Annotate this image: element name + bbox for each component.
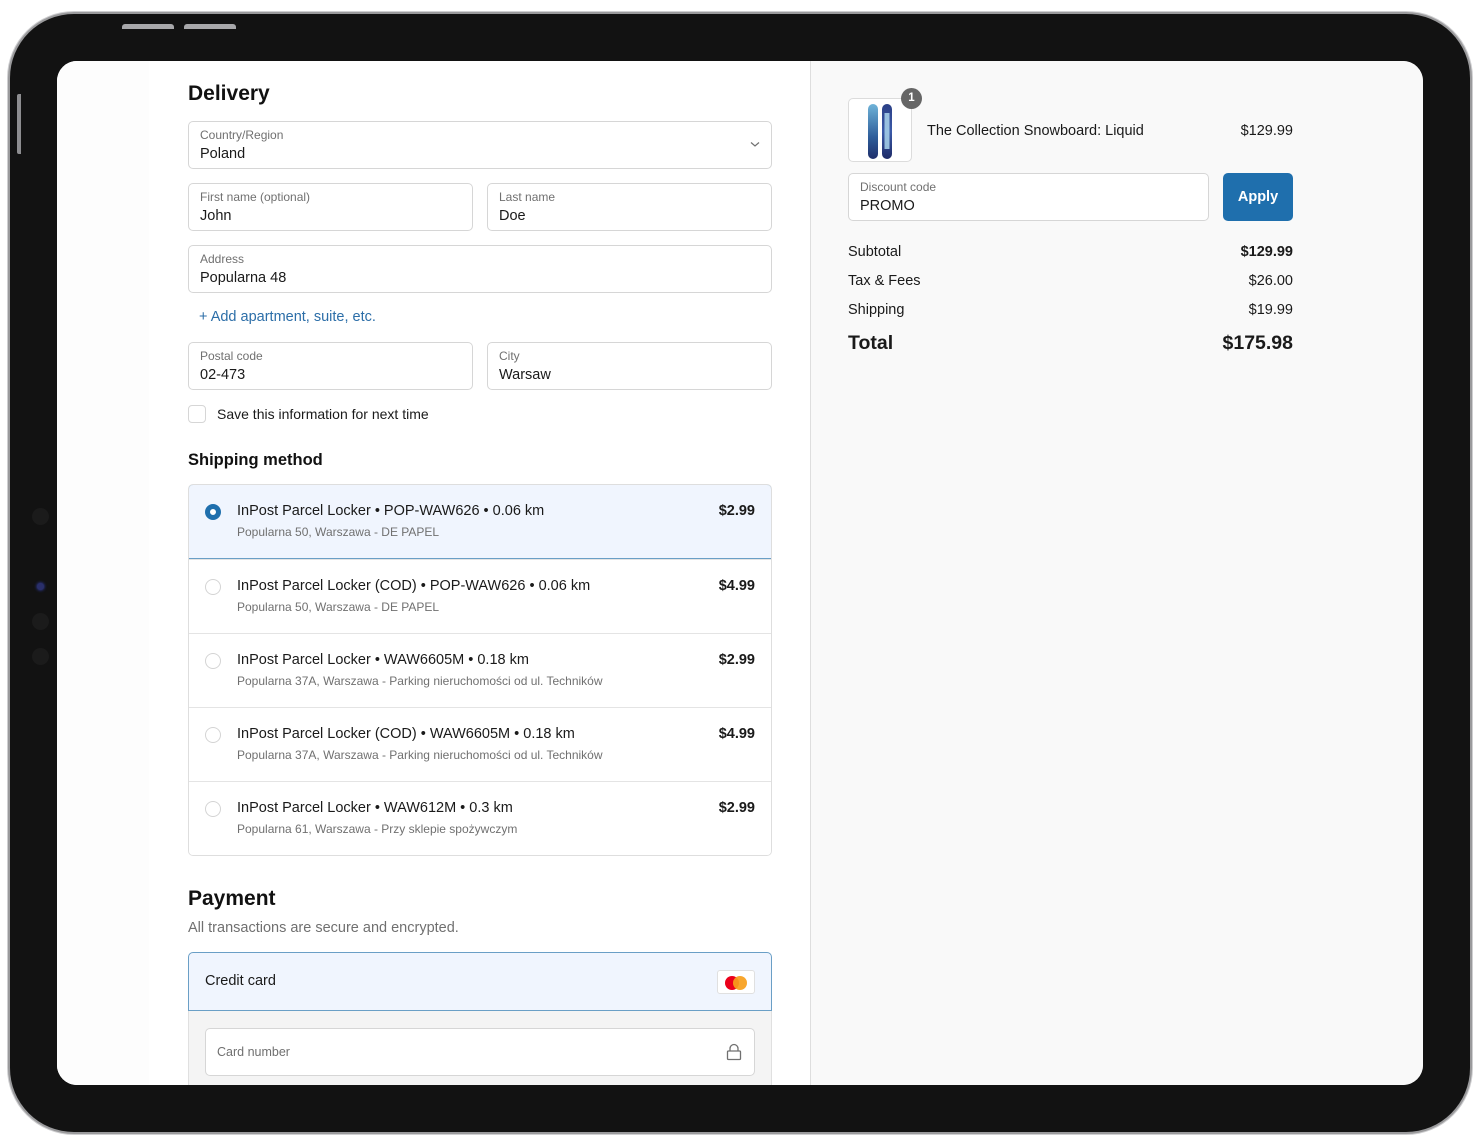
shipping-option-price: $2.99 xyxy=(718,652,755,668)
save-info-checkbox[interactable] xyxy=(188,405,206,423)
camera-icon xyxy=(37,583,44,590)
volume-button xyxy=(184,24,236,29)
subtotal-row: Subtotal $129.99 xyxy=(848,244,1293,260)
total-value: $175.98 xyxy=(1222,332,1294,354)
shipping-options-list: InPost Parcel Locker • POP-WAW626 • 0.06… xyxy=(188,484,772,856)
postal-code-value: 02-473 xyxy=(200,367,246,383)
subtotal-value: $129.99 xyxy=(1240,244,1293,260)
shipping-option-address: Popularna 37A, Warszawa - Parking nieruc… xyxy=(237,674,603,688)
shipping-method-heading: Shipping method xyxy=(188,451,323,469)
radio-unselected[interactable] xyxy=(205,727,221,743)
apply-discount-button[interactable]: Apply xyxy=(1223,173,1293,221)
shipping-option-name: InPost Parcel Locker • WAW612M • 0.3 km xyxy=(237,800,513,816)
volume-button xyxy=(122,24,174,29)
shipping-option-price: $2.99 xyxy=(718,503,755,519)
quantity-badge: 1 xyxy=(901,88,922,109)
shipping-option[interactable]: InPost Parcel Locker • WAW612M • 0.3 km … xyxy=(189,781,771,855)
first-name-label: First name (optional) xyxy=(200,190,311,204)
checkout-screen: Delivery Country/Region Poland First nam… xyxy=(57,61,1423,1085)
save-info-row[interactable]: Save this information for next time xyxy=(188,405,429,423)
credit-card-label: Credit card xyxy=(205,973,276,989)
shipping-option-price: $4.99 xyxy=(718,578,755,594)
radio-unselected[interactable] xyxy=(205,653,221,669)
sensor xyxy=(32,508,49,525)
last-name-label: Last name xyxy=(499,190,556,204)
shipping-option[interactable]: InPost Parcel Locker (COD) • POP-WAW626 … xyxy=(189,559,771,633)
address-label: Address xyxy=(200,252,245,266)
product-price: $129.99 xyxy=(1240,123,1293,139)
shipping-option-address: Popularna 61, Warszawa - Przy sklepie sp… xyxy=(237,822,518,836)
shipping-option-price: $4.99 xyxy=(718,726,755,742)
city-field[interactable]: City Warsaw xyxy=(487,342,772,390)
address-value: Popularna 48 xyxy=(200,270,287,286)
checkout-form-column: Delivery Country/Region Poland First nam… xyxy=(57,61,810,1085)
shipping-option[interactable]: InPost Parcel Locker • POP-WAW626 • 0.06… xyxy=(189,485,771,559)
last-name-field[interactable]: Last name Doe xyxy=(487,183,772,231)
city-label: City xyxy=(499,349,520,363)
mastercard-icon xyxy=(717,970,755,994)
shipping-option-name: InPost Parcel Locker (COD) • WAW6605M • … xyxy=(237,726,575,742)
total-label: Total xyxy=(848,332,894,354)
last-name-value: Doe xyxy=(499,208,526,224)
tax-row: Tax & Fees $26.00 xyxy=(848,273,1293,289)
tax-value: $26.00 xyxy=(1248,273,1293,289)
add-apartment-link[interactable]: + Add apartment, suite, etc. xyxy=(199,309,376,325)
discount-code-value: PROMO xyxy=(860,198,915,214)
country-select[interactable]: Country/Region Poland xyxy=(188,121,772,169)
credit-card-option[interactable]: Credit card xyxy=(188,952,772,1011)
city-value: Warsaw xyxy=(499,367,551,383)
shipping-option-name: InPost Parcel Locker • POP-WAW626 • 0.06… xyxy=(237,503,545,519)
tax-label: Tax & Fees xyxy=(848,273,921,289)
shipping-option-address: Popularna 50, Warszawa - DE PAPEL xyxy=(237,600,440,614)
country-value: Poland xyxy=(200,146,246,162)
shipping-row: Shipping $19.99 xyxy=(848,302,1293,318)
shipping-option[interactable]: InPost Parcel Locker (COD) • WAW6605M • … xyxy=(189,707,771,781)
total-row: Total $175.98 xyxy=(848,332,1293,355)
shipping-option-price: $2.99 xyxy=(718,800,755,816)
first-name-value: John xyxy=(200,208,232,224)
shipping-option[interactable]: InPost Parcel Locker • WAW6605M • 0.18 k… xyxy=(189,633,771,707)
shipping-value: $19.99 xyxy=(1248,302,1293,318)
snowboard-image xyxy=(868,104,892,159)
discount-code-input[interactable]: Discount code PROMO xyxy=(848,173,1209,221)
gutter xyxy=(57,61,149,1085)
postal-code-label: Postal code xyxy=(200,349,263,363)
country-label: Country/Region xyxy=(200,128,284,142)
card-number-placeholder: Card number xyxy=(217,1045,290,1059)
sensor xyxy=(32,648,49,665)
subtotal-label: Subtotal xyxy=(848,244,902,260)
radio-selected[interactable] xyxy=(205,504,221,520)
first-name-field[interactable]: First name (optional) John xyxy=(188,183,473,231)
save-info-label: Save this information for next time xyxy=(217,406,429,422)
radio-unselected[interactable] xyxy=(205,579,221,595)
payment-heading: Payment xyxy=(188,887,276,910)
credit-card-form: Card number xyxy=(188,1011,772,1085)
shipping-option-name: InPost Parcel Locker • WAW6605M • 0.18 k… xyxy=(237,652,529,668)
discount-code-label: Discount code xyxy=(860,180,937,194)
shipping-option-address: Popularna 37A, Warszawa - Parking nieruc… xyxy=(237,748,603,762)
sensor xyxy=(32,613,49,630)
postal-code-field[interactable]: Postal code 02-473 xyxy=(188,342,473,390)
shipping-label: Shipping xyxy=(848,302,905,318)
radio-unselected[interactable] xyxy=(205,801,221,817)
address-field[interactable]: Address Popularna 48 xyxy=(188,245,772,293)
lock-icon xyxy=(726,1043,742,1061)
delivery-heading: Delivery xyxy=(188,82,270,105)
shipping-option-name: InPost Parcel Locker (COD) • POP-WAW626 … xyxy=(237,578,591,594)
product-name: The Collection Snowboard: Liquid xyxy=(927,123,1144,139)
shipping-option-address: Popularna 50, Warszawa - DE PAPEL xyxy=(237,525,440,539)
card-number-input[interactable]: Card number xyxy=(205,1028,755,1076)
chevron-down-icon xyxy=(750,142,760,147)
order-summary-column: 1 The Collection Snowboard: Liquid $129.… xyxy=(810,61,1423,1085)
side-button xyxy=(17,94,21,154)
product-thumbnail xyxy=(848,98,912,162)
payment-subtitle: All transactions are secure and encrypte… xyxy=(188,920,459,936)
